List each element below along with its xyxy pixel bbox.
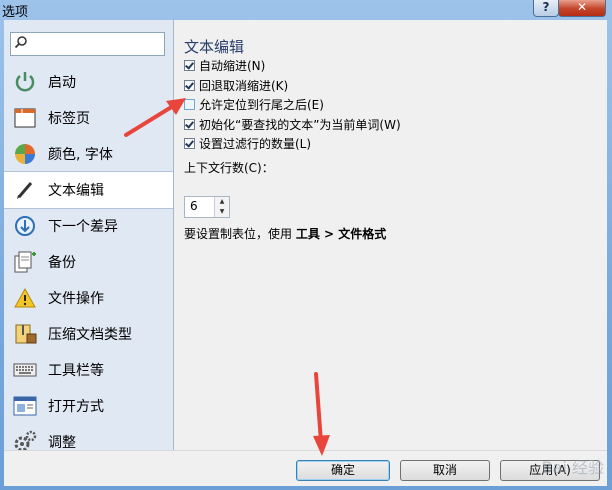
dialog-footer: 确定 取消 应用(A) — [4, 450, 607, 486]
search-input[interactable] — [10, 32, 165, 56]
tab-stop-hint: 要设置制表位，使用 工具 > 文件格式 — [184, 225, 386, 242]
archive-icon — [12, 321, 38, 347]
dialog-body: 启动 标签页 颜色, 字体 文本编辑 下一个差异 备份 文件操作 压缩文档类型 … — [4, 20, 607, 486]
sidebar-item-tweaks[interactable]: 调整 — [4, 424, 173, 450]
context-lines-stepper[interactable]: 6 ▲ ▼ — [184, 196, 230, 218]
context-lines-label: 上下文行数(C)： — [184, 161, 274, 175]
sidebar-item-colors-fonts[interactable]: 颜色, 字体 — [4, 136, 173, 172]
window-title: 选项 — [2, 5, 29, 20]
stepper-up-icon[interactable]: ▲ — [215, 197, 229, 207]
sidebar-item-label: 文本编辑 — [48, 183, 104, 199]
sidebar-item-label: 压缩文档类型 — [48, 327, 132, 343]
context-lines-value[interactable]: 6 — [190, 199, 198, 213]
sidebar-item-label: 标签页 — [48, 111, 90, 127]
sidebar-item-label: 调整 — [48, 435, 76, 450]
search-icon — [14, 36, 27, 49]
warning-icon — [12, 285, 38, 311]
watermark: Bai 经验 — [541, 458, 604, 477]
tabs-icon — [12, 105, 38, 131]
option-label: 设置过滤行的数量(L) — [199, 136, 312, 151]
sidebar-item-label: 工具栏等 — [48, 363, 104, 379]
option-label: 自动缩进(N) — [199, 58, 266, 73]
palette-icon — [12, 141, 38, 167]
pencil-icon — [12, 177, 38, 203]
hint-file-format: 文件格式 — [338, 227, 387, 241]
sidebar-item-archive-types[interactable]: 压缩文档类型 — [4, 316, 173, 352]
sidebar-item-backup[interactable]: 备份 — [4, 244, 173, 280]
options-window: 选项 ? ✕ 启动 标签页 颜色, 字体 文本编辑 下一个差异 备份 文件操作 … — [0, 0, 612, 490]
sidebar-item-label: 备份 — [48, 255, 76, 271]
checkbox[interactable] — [184, 59, 195, 71]
option-auto-indent[interactable]: 自动缩进(N) — [184, 56, 265, 74]
option-init-find-text[interactable]: 初始化“要查找的文本”为当前单词(W) — [184, 115, 401, 133]
sidebar: 启动 标签页 颜色, 字体 文本编辑 下一个差异 备份 文件操作 压缩文档类型 … — [4, 20, 174, 450]
sidebar-item-next-difference[interactable]: 下一个差异 — [4, 208, 173, 244]
sidebar-item-file-operations[interactable]: 文件操作 — [4, 280, 173, 316]
option-allow-past-eol[interactable]: 允许定位到行尾之后(E) — [184, 95, 324, 113]
checkbox[interactable] — [184, 118, 195, 130]
sidebar-item-label: 启动 — [48, 75, 76, 91]
option-backspace-unindent[interactable]: 回退取消缩进(K) — [184, 76, 288, 94]
hint-tools: 工具 — [295, 227, 320, 241]
stepper-buttons[interactable]: ▲ ▼ — [214, 197, 229, 217]
sidebar-item-startup[interactable]: 启动 — [4, 64, 173, 100]
sidebar-item-label: 颜色, 字体 — [48, 147, 113, 163]
sidebar-item-open-with[interactable]: 打开方式 — [4, 388, 173, 424]
option-label: 初始化“要查找的文本”为当前单词(W) — [199, 117, 401, 132]
down-arrow-circle-icon — [12, 213, 38, 239]
help-button[interactable]: ? — [533, 0, 559, 17]
ok-button[interactable]: 确定 — [296, 460, 390, 481]
title-bar[interactable]: 选项 ? ✕ — [0, 0, 612, 20]
option-filter-line-count[interactable]: 设置过滤行的数量(L) — [184, 134, 311, 152]
hint-separator: > — [319, 227, 339, 241]
sidebar-item-toolbars[interactable]: 工具栏等 — [4, 352, 173, 388]
hint-text: 要设置制表位，使用 — [184, 227, 296, 241]
backup-icon — [12, 249, 38, 275]
open-with-icon — [12, 393, 38, 419]
checkbox[interactable] — [184, 79, 195, 91]
option-label: 允许定位到行尾之后(E) — [199, 97, 324, 112]
section-title: 文本编辑 — [184, 38, 245, 56]
keyboard-icon — [12, 357, 38, 383]
sidebar-item-label: 文件操作 — [48, 291, 104, 307]
gears-icon — [12, 429, 38, 450]
sidebar-item-label: 下一个差异 — [48, 219, 118, 235]
option-label: 回退取消缩进(K) — [199, 78, 289, 93]
cancel-button[interactable]: 取消 — [400, 460, 490, 481]
stepper-down-icon[interactable]: ▼ — [215, 207, 229, 217]
sidebar-item-label: 打开方式 — [48, 399, 104, 415]
checkbox[interactable] — [184, 137, 195, 149]
power-icon — [12, 69, 38, 95]
checkbox[interactable] — [184, 98, 195, 110]
close-button[interactable]: ✕ — [558, 0, 606, 17]
sidebar-item-tabs[interactable]: 标签页 — [4, 100, 173, 136]
text-editing-panel: 文本编辑 自动缩进(N) 回退取消缩进(K) 允许定位到行尾之后(E) 初始化“… — [182, 34, 602, 444]
sidebar-item-text-editing[interactable]: 文本编辑 — [4, 171, 173, 209]
